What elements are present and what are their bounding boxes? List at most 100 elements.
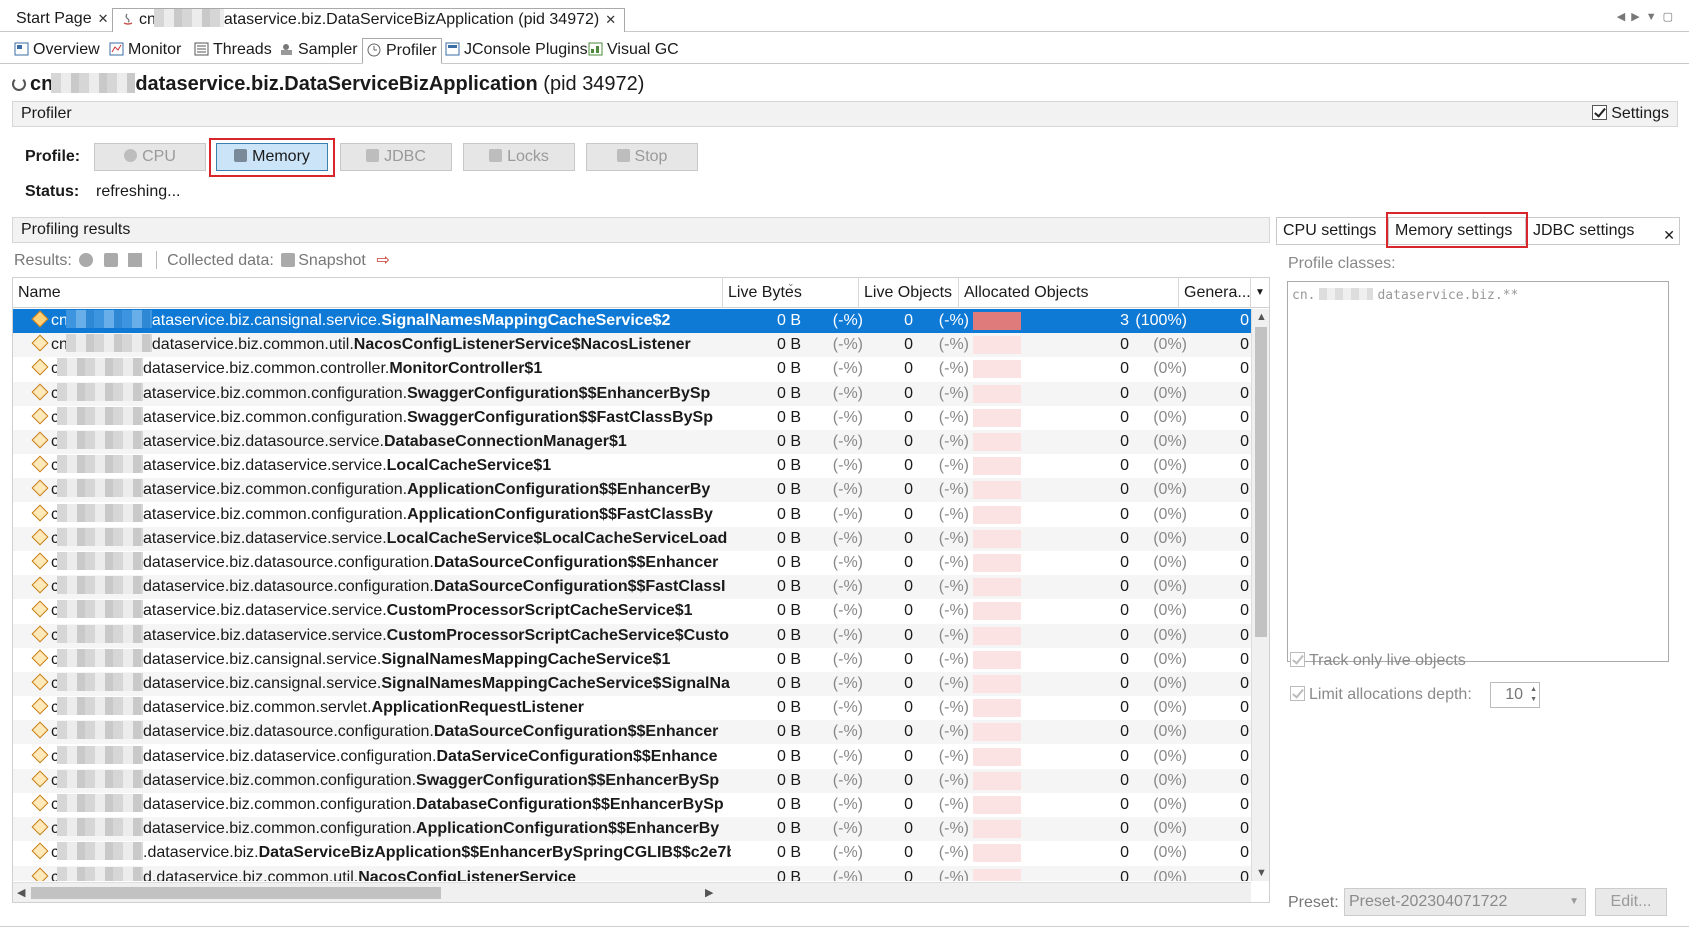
class-icon (31, 700, 47, 714)
column-header-generations[interactable]: Genera... (1179, 278, 1251, 308)
close-icon[interactable]: ✕ (605, 12, 616, 27)
table-row[interactable]: c dataservice.biz.datasource.configuratio… (13, 720, 1251, 745)
scroll-right-icon[interactable]: ▶ (705, 886, 713, 899)
checkbox-checked-icon (1290, 686, 1305, 701)
class-name-cell: c ataservice.biz.dataservice.service.Cust… (31, 624, 731, 648)
column-header-allocated-objects[interactable]: Allocated Objects (959, 278, 1179, 308)
tab-navigation-arrows[interactable]: ◀▶▼▢ (1617, 10, 1679, 23)
table-row[interactable]: c dataservice.biz.datasource.configuratio… (13, 551, 1251, 575)
allocation-depth-stepper[interactable]: 10 ▲ ▼ (1490, 682, 1540, 708)
table-row[interactable]: c dataservice.biz.cansignal.service.Signa… (13, 648, 1251, 672)
scroll-left-icon[interactable]: ◀ (17, 886, 25, 899)
edit-preset-button[interactable]: Edit... (1595, 888, 1667, 916)
preset-select[interactable]: Preset-202304071722 ▼ (1344, 888, 1586, 916)
class-name-cell: c dataservice.biz.common.configuration.Ap… (31, 817, 731, 841)
allocated-objects-value: 0 (1120, 820, 1129, 838)
table-row[interactable]: c ataservice.biz.common.configuration.Swa… (13, 406, 1251, 430)
table-row[interactable]: c dataservice.biz.common.configuration.Sw… (13, 768, 1251, 793)
live-objects-percent: (-%) (938, 820, 969, 838)
table-row[interactable]: c dataservice.biz.common.configuration.Da… (13, 793, 1251, 817)
vertical-scrollbar-thumb[interactable] (1255, 327, 1267, 637)
allocated-objects-bar (973, 505, 1021, 524)
profile-classes-textarea[interactable]: cn. dataservice.biz.** (1287, 281, 1669, 662)
tab-start-page[interactable]: Start Page ✕ (8, 8, 117, 32)
tab-jconsole-plugins[interactable]: JConsole Plugins (441, 38, 592, 64)
generations-value: 0 (1240, 408, 1249, 426)
vertical-scrollbar[interactable]: ▲ ▼ (1251, 309, 1269, 881)
generations-value: 0 (1240, 336, 1249, 354)
table-row[interactable]: c ataservice.biz.datasource.service.Datab… (13, 430, 1251, 454)
table-row[interactable]: c dataservice.biz.common.servlet.Applicat… (13, 696, 1251, 720)
tab-threads[interactable]: Threads (190, 38, 276, 64)
table-row[interactable]: c dataservice.biz.cansignal.service.Signa… (13, 672, 1251, 696)
tab-jdbc-settings[interactable]: JDBC settings ✕ (1526, 217, 1680, 245)
profile-label: Profile: (25, 148, 81, 165)
table-row[interactable]: c ataservice.biz.dataservice.service.Cust… (13, 599, 1251, 623)
table-row[interactable]: cn dataservice.biz.common.util.NacosConfi… (13, 333, 1251, 358)
locks-button[interactable]: Locks (463, 143, 575, 171)
class-package: dataservice.biz.dataservice.configuratio… (143, 747, 437, 765)
table-row[interactable]: c dataservice.biz.common.controller.Monit… (13, 357, 1251, 381)
table-row[interactable]: c ataservice.biz.dataservice.service.Loca… (13, 526, 1251, 551)
reset-results-icon[interactable] (79, 253, 94, 267)
column-header-live-objects[interactable]: Live Objects (859, 278, 959, 308)
refresh-icon[interactable] (103, 253, 118, 267)
horizontal-scrollbar-thumb[interactable] (31, 887, 441, 899)
live-bytes-percent: (-%) (832, 408, 863, 426)
table-row[interactable]: c ataservice.biz.common.configuration.App… (13, 478, 1251, 503)
live-objects-percent: (-%) (938, 771, 969, 789)
allocated-objects-bar (973, 457, 1021, 476)
allocated-objects-bar (973, 771, 1021, 790)
cpu-button[interactable]: CPU (94, 143, 206, 171)
table-row[interactable]: cn ataservice.biz.cansignal.service.Signa… (13, 309, 1251, 333)
tab-overview[interactable]: Overview (10, 38, 104, 64)
allocated-objects-percent: (0%) (1153, 796, 1187, 813)
table-row[interactable]: c d.dataservice.biz.common.util.NacosConf… (13, 865, 1251, 881)
tab-monitor[interactable]: Monitor (105, 38, 185, 64)
allocated-objects-percent: (0%) (1153, 820, 1187, 838)
horizontal-scrollbar[interactable]: ◀ ▶ (13, 882, 1251, 902)
live-objects-value: 0 (904, 771, 913, 789)
table-row[interactable]: c ataservice.biz.common.configuration.Swa… (13, 381, 1251, 406)
tab-profiler-label: Profiler (386, 42, 437, 59)
table-row[interactable]: c dataservice.biz.dataservice.configurati… (13, 745, 1251, 769)
tab-profiler[interactable]: Profiler (362, 38, 442, 64)
column-header-name[interactable]: Name (13, 278, 723, 308)
snapshot-button[interactable]: Snapshot (298, 252, 366, 269)
column-chooser-icon[interactable]: ▼ (1251, 278, 1269, 308)
live-objects-value: 0 (904, 747, 913, 765)
scroll-down-icon[interactable]: ▼ (1256, 867, 1267, 879)
allocated-objects-value: 0 (1120, 723, 1129, 741)
delta-icon[interactable] (128, 253, 143, 267)
table-row[interactable]: c dataservice.biz.common.configuration.Ap… (13, 817, 1251, 842)
allocated-objects-percent: (0%) (1153, 771, 1187, 789)
table-row[interactable]: c ataservice.biz.common.configuration.App… (13, 503, 1251, 527)
tab-application[interactable]: cn ataservice.biz.DataServiceBizApplicati… (112, 8, 626, 32)
allocated-objects-value: 0 (1120, 796, 1129, 813)
export-icon[interactable]: ⇨ (376, 252, 389, 269)
track-live-objects-checkbox[interactable]: Track only live objects (1290, 652, 1466, 670)
stop-button[interactable]: Stop (586, 143, 698, 171)
live-bytes-percent: (-%) (832, 529, 863, 547)
limit-depth-checkbox[interactable]: Limit allocations depth: (1290, 686, 1472, 704)
scroll-up-icon[interactable]: ▲ (1256, 311, 1267, 323)
class-name-cell: c .dataservice.biz.DataServiceBizApplicat… (31, 841, 731, 865)
table-row[interactable]: c dataservice.biz.datasource.configuratio… (13, 575, 1251, 600)
tab-cpu-settings[interactable]: CPU settings (1276, 217, 1388, 245)
tab-visual-gc[interactable]: Visual GC (584, 38, 683, 64)
checkbox-checked-icon (1290, 652, 1305, 667)
preset-value: Preset-202304071722 (1349, 893, 1508, 910)
jdbc-button[interactable]: JDBC (340, 143, 452, 171)
tab-sampler[interactable]: Sampler (275, 38, 362, 64)
table-row[interactable]: c ataservice.biz.dataservice.service.Loca… (13, 454, 1251, 478)
stepper-arrows-icon[interactable]: ▲ ▼ (1530, 685, 1537, 705)
profiling-results-label: Profiling results (21, 221, 131, 238)
generations-value: 0 (1240, 505, 1249, 523)
settings-checkbox[interactable]: Settings (1592, 104, 1669, 124)
column-header-live-bytes[interactable]: Live Bytes ⌄ (723, 278, 859, 308)
table-row[interactable]: c ataservice.biz.dataservice.service.Cust… (13, 623, 1251, 648)
stop-button-label: Stop (634, 148, 668, 165)
close-icon[interactable]: ✕ (98, 11, 109, 26)
table-row[interactable]: c .dataservice.biz.DataServiceBizApplicat… (13, 841, 1251, 865)
generations-value: 0 (1240, 457, 1249, 475)
